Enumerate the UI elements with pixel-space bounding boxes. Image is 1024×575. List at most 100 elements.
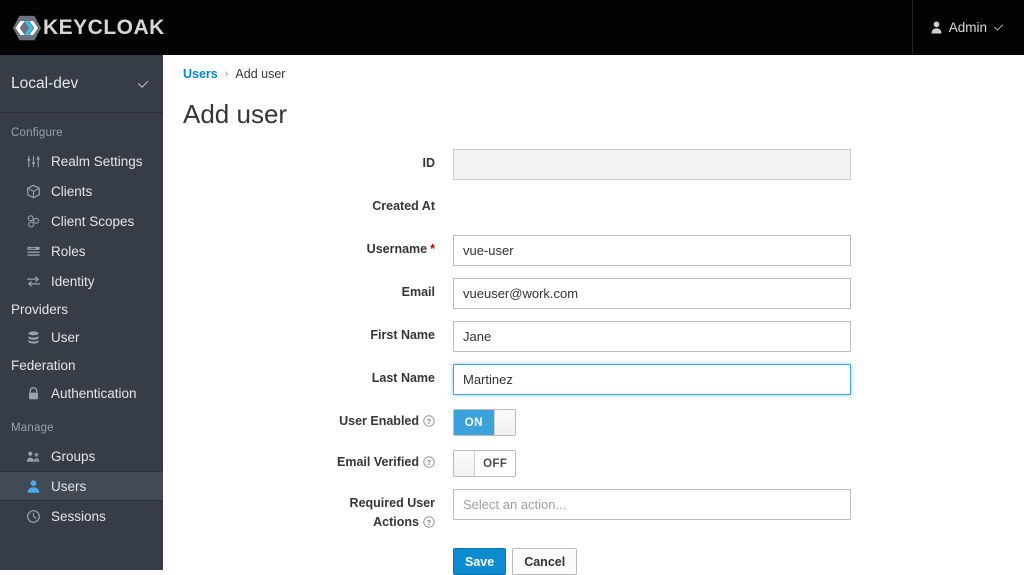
form-actions: Save Cancel <box>453 548 851 575</box>
sidebar-nav: Configure Realm Settings Clients Client Sco… <box>0 113 163 531</box>
sidebar-item-authentication[interactable]: Authentication <box>0 378 163 408</box>
toggle-knob <box>454 451 476 476</box>
sidebar-item-groups[interactable]: Groups <box>0 441 163 471</box>
form-row-required-user-actions: Required User Actions? <box>163 489 1024 532</box>
id-input[interactable] <box>453 149 851 180</box>
email-verified-toggle[interactable]: OFF <box>453 450 516 477</box>
field-control-last-name <box>453 364 851 395</box>
page-title: Add user <box>183 99 288 129</box>
form-row-id: ID <box>163 149 1024 180</box>
sidebar-item-label: Identity <box>51 273 95 289</box>
first-name-input[interactable] <box>453 321 851 352</box>
field-label-text: ID <box>422 156 436 170</box>
realm-selector-label: Local-dev <box>11 74 79 92</box>
field-label-text: Created At <box>372 199 435 213</box>
users-group-icon <box>26 451 40 462</box>
user-icon <box>27 479 40 493</box>
field-control-username <box>453 235 851 266</box>
field-label-last-name: Last Name <box>163 364 453 388</box>
field-label-first-name: First Name <box>163 321 453 345</box>
field-label-text: Email <box>401 285 435 299</box>
sidebar-item-label: Authentication <box>51 385 137 401</box>
help-icon[interactable]: ? <box>423 456 435 468</box>
cancel-button[interactable]: Cancel <box>512 548 578 575</box>
last-name-input[interactable] <box>453 364 851 395</box>
field-label-email: Email <box>163 278 453 302</box>
clock-icon <box>27 509 40 523</box>
field-label-text: Username <box>366 242 428 256</box>
field-label-username: Username * <box>163 235 453 259</box>
toggle-knob <box>493 410 515 435</box>
user-menu[interactable]: Admin <box>911 0 1024 55</box>
cube-icon <box>27 184 40 198</box>
help-icon[interactable]: ? <box>423 516 435 528</box>
field-label-text: Required User <box>349 496 435 510</box>
field-control-user-enabled: ON <box>453 407 851 436</box>
sidebar-item-label-continuation[interactable]: Federation <box>0 352 163 378</box>
sidebar-item-clients[interactable]: Clients <box>0 176 163 206</box>
field-label-user-enabled: User Enabled? <box>163 407 453 431</box>
sidebar-section-title: Configure <box>11 127 63 139</box>
exchange-arrows-icon <box>27 275 40 287</box>
breadcrumb-item-current: Add user <box>235 67 286 81</box>
field-label-text: User Enabled <box>339 414 419 428</box>
brand-logo-link[interactable]: KEYCLOAK <box>0 13 165 43</box>
form-row-username: Username * <box>163 235 1024 266</box>
user-icon <box>931 21 942 34</box>
form-row-last-name: Last Name <box>163 364 1024 395</box>
field-control-email-verified: OFF <box>453 448 851 477</box>
field-label-created-at: Created At <box>163 192 453 216</box>
toggle-on-label: ON <box>454 410 494 435</box>
sidebar-item-client-scopes[interactable]: Client Scopes <box>0 206 163 236</box>
realm-selector[interactable]: Local-dev <box>0 55 163 113</box>
sidebar-item-label-continuation[interactable]: Providers <box>0 296 163 322</box>
chevron-down-icon <box>993 21 1004 31</box>
field-label-id: ID <box>163 149 453 173</box>
username-input[interactable] <box>453 235 851 266</box>
sidebar-item-label: Roles <box>51 243 86 259</box>
keycloak-hexagon-logo-icon <box>12 15 42 40</box>
form-row-user-enabled: User Enabled? ON <box>163 407 1024 436</box>
sidebar-item-label: User <box>51 329 80 345</box>
field-control-created-at <box>453 192 851 223</box>
field-control-first-name <box>453 321 851 352</box>
sidebar-item-roles[interactable]: Roles <box>0 236 163 266</box>
lock-icon <box>29 386 38 399</box>
form-actions-row: Save Cancel <box>163 544 1024 575</box>
breadcrumb-separator: › <box>224 68 229 80</box>
required-asterisk: * <box>430 242 435 256</box>
sidebar: Local-dev Configure Realm Settings Clients… <box>0 55 163 570</box>
sidebar-item-user[interactable]: User <box>0 322 163 352</box>
sidebar-item-realm-settings[interactable]: Realm Settings <box>0 146 163 176</box>
field-label-text-2: Actions <box>373 515 419 529</box>
sidebar-item-label: Clients <box>51 183 93 199</box>
user-enabled-toggle[interactable]: ON <box>453 409 516 436</box>
field-control-id <box>453 149 851 180</box>
sidebar-item-label: Client Scopes <box>51 213 135 229</box>
user-menu-label: Admin <box>948 20 987 35</box>
svg-text:?: ? <box>427 518 431 527</box>
field-label-text: First Name <box>370 328 435 342</box>
breadcrumb: Users › Add user <box>163 55 1024 81</box>
sidebar-item-label: Sessions <box>51 508 106 524</box>
sidebar-item-users[interactable]: Users <box>0 471 163 501</box>
masthead: KEYCLOAK Admin <box>0 0 1024 55</box>
svg-text:?: ? <box>427 417 431 426</box>
created-at-value <box>453 192 851 223</box>
save-button[interactable]: Save <box>453 548 507 575</box>
field-label-required-user-actions: Required User Actions? <box>163 489 453 532</box>
add-user-form: ID Created At Username* Email First Name Last… <box>163 149 1024 575</box>
brand-name: KEYCLOAK <box>43 15 165 39</box>
toggle-off-label: OFF <box>475 451 515 476</box>
breadcrumb-item-users[interactable]: Users <box>183 67 218 81</box>
required-user-actions-select[interactable] <box>453 489 851 520</box>
email-input[interactable] <box>453 278 851 309</box>
sidebar-item-label: Users <box>51 478 87 494</box>
sidebar-section-title: Manage <box>11 422 54 434</box>
sidebar-item-identity[interactable]: Identity <box>0 266 163 296</box>
help-icon[interactable]: ? <box>423 415 435 427</box>
sidebar-item-sessions[interactable]: Sessions <box>0 501 163 531</box>
form-actions-spacer <box>163 544 453 549</box>
field-control-email <box>453 278 851 309</box>
form-row-email: Email <box>163 278 1024 309</box>
